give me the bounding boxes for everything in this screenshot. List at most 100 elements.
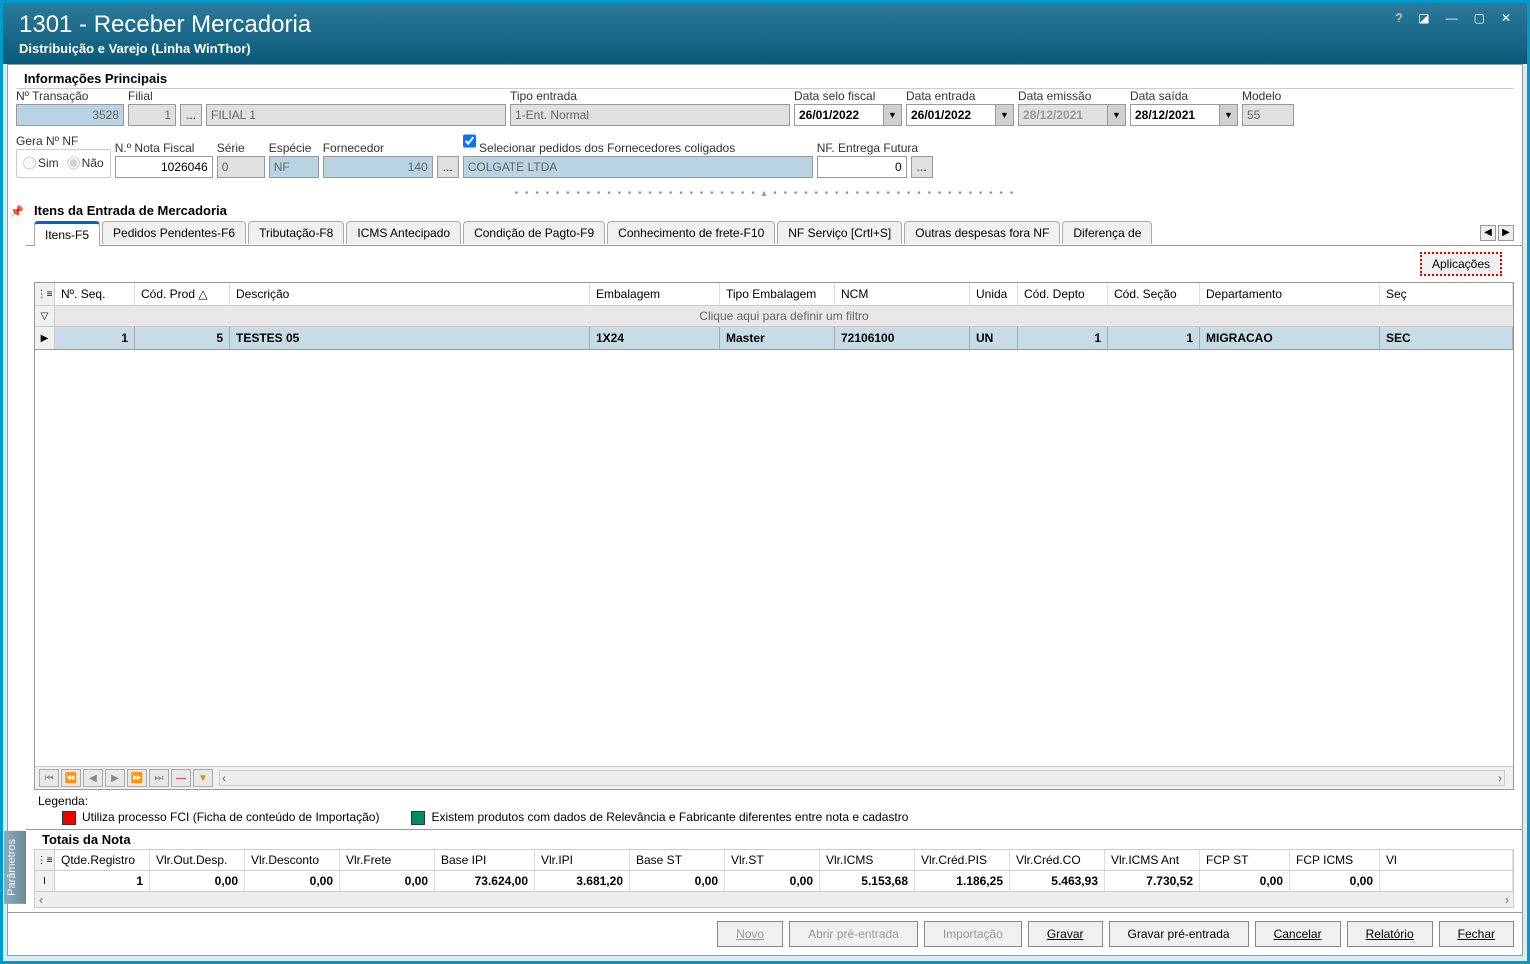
label-data-selo: Data selo fiscal: [794, 89, 902, 103]
totais-row-edit-icon: I: [35, 871, 55, 891]
label-modelo: Modelo: [1242, 89, 1294, 103]
collapse-handle[interactable]: • • • • • • • • • • • • • • • • • • • • …: [8, 186, 1522, 201]
select-tipo-entrada[interactable]: [510, 104, 790, 126]
col-ncm[interactable]: NCM: [835, 283, 970, 305]
label-especie: Espécie: [269, 141, 319, 155]
input-especie: [269, 156, 319, 178]
label-data-entrada: Data entrada: [906, 89, 1014, 103]
radio-sim[interactable]: Sim: [23, 152, 59, 174]
tab-scroll-right-icon[interactable]: ▶: [1498, 225, 1514, 241]
tab-tributacao[interactable]: Tributação-F8: [248, 221, 344, 244]
input-fornecedor-nome: [463, 156, 813, 178]
label-n-transacao: Nº Transação: [16, 89, 124, 103]
relatorio-button[interactable]: Relatório: [1347, 921, 1433, 947]
nav-prev-icon[interactable]: ◀: [83, 769, 103, 787]
nav-last-icon[interactable]: ⏭: [149, 769, 169, 787]
input-data-emissao: [1018, 104, 1108, 126]
input-n-transacao: [16, 104, 124, 126]
date-dropdown-icon[interactable]: ▼: [1220, 104, 1238, 126]
tab-outras-despesas[interactable]: Outras despesas fora NF: [904, 221, 1060, 244]
horizontal-scrollbar[interactable]: ‹›: [219, 770, 1505, 786]
abrir-pre-entrada-button: Abrir pré-entrada: [789, 921, 918, 947]
tab-itens[interactable]: Itens-F5: [34, 221, 100, 246]
legend-relevancia: Existem produtos com dados de Relevância…: [411, 810, 908, 825]
input-data-selo[interactable]: [794, 104, 884, 126]
totais-scrollbar[interactable]: ‹›: [34, 892, 1514, 908]
itens-header: Itens da Entrada de Mercadoria: [26, 201, 1522, 220]
nav-delete-icon[interactable]: —: [171, 769, 191, 787]
row-indicator-icon: ▶: [35, 327, 55, 349]
itens-grid: ⋮≡ Nº. Seq. Cód. Prod △ Descrição Embala…: [34, 282, 1514, 790]
lookup-fornecedor-button[interactable]: ...: [437, 156, 459, 178]
input-filial-nome: [206, 104, 506, 126]
legenda-title: Legenda:: [38, 794, 1510, 808]
totais-header: Totais da Nota: [34, 830, 1514, 849]
input-serie: [217, 156, 265, 178]
label-nota-fiscal: N.º Nota Fiscal: [115, 141, 213, 155]
input-modelo: [1242, 104, 1294, 126]
col-seq[interactable]: Nº. Seq.: [55, 283, 135, 305]
col-secao[interactable]: Seç: [1380, 283, 1513, 305]
input-fornecedor-cod: [323, 156, 433, 178]
totais-column-chooser-icon[interactable]: ⋮≡: [35, 850, 55, 870]
col-cod-prod[interactable]: Cód. Prod △: [135, 283, 230, 305]
close-icon[interactable]: ✕: [1501, 11, 1511, 25]
gravar-pre-entrada-button[interactable]: Gravar pré-entrada: [1109, 921, 1249, 947]
input-nf-entrega[interactable]: [817, 156, 907, 178]
nav-next-icon[interactable]: ▶: [105, 769, 125, 787]
fechar-button[interactable]: Fechar: [1439, 921, 1514, 947]
help-icon[interactable]: ?: [1396, 11, 1403, 25]
nav-prev-page-icon[interactable]: ⏪: [61, 769, 81, 787]
pin-icon[interactable]: 📌: [8, 201, 26, 912]
tab-nf-servico[interactable]: NF Serviço [Crtl+S]: [777, 221, 902, 244]
col-tipo-embalagem[interactable]: Tipo Embalagem: [720, 283, 835, 305]
label-data-saida: Data saída: [1130, 89, 1238, 103]
tab-conhecimento-frete[interactable]: Conhecimento de frete-F10: [607, 221, 775, 244]
col-cod-depto[interactable]: Cód. Depto: [1018, 283, 1108, 305]
col-cod-secao[interactable]: Cód. Seção: [1108, 283, 1200, 305]
label-tipo-entrada: Tipo entrada: [510, 89, 790, 103]
label-filial: Filial: [128, 89, 176, 103]
column-chooser-icon[interactable]: ⋮≡: [35, 283, 55, 305]
window-subtitle: Distribuição e Varejo (Linha WinThor): [19, 41, 311, 56]
label-serie: Série: [217, 141, 265, 155]
col-embalagem[interactable]: Embalagem: [590, 283, 720, 305]
nav-first-icon[interactable]: ⏮: [39, 769, 59, 787]
lookup-nf-entrega-button[interactable]: ...: [911, 156, 933, 178]
checkbox-selecionar-pedidos-label[interactable]: Selecionar pedidos dos Fornecedores coli…: [463, 130, 813, 155]
cancelar-button[interactable]: Cancelar: [1255, 921, 1341, 947]
maximize-icon[interactable]: ▢: [1474, 11, 1485, 25]
radio-nao[interactable]: Não: [67, 152, 104, 174]
aplicacoes-button[interactable]: Aplicações: [1420, 252, 1502, 276]
tab-icms-antecipado[interactable]: ICMS Antecipado: [346, 221, 461, 244]
input-filial-cod: [128, 104, 176, 126]
tab-scroll-left-icon[interactable]: ◀: [1480, 225, 1496, 241]
parametros-sidebar[interactable]: Parâmetros: [4, 831, 26, 904]
table-row[interactable]: ▶ 1 5 TESTES 05 1X24 Master 72106100 UN …: [35, 327, 1513, 350]
nav-filter-icon[interactable]: ▼: [193, 769, 213, 787]
date-dropdown-icon[interactable]: ▼: [1108, 104, 1126, 126]
titlebar: 1301 - Receber Mercadoria Distribuição e…: [3, 3, 1527, 64]
input-data-entrada[interactable]: [906, 104, 996, 126]
nav-next-page-icon[interactable]: ⏩: [127, 769, 147, 787]
checkbox-selecionar-pedidos[interactable]: [463, 130, 476, 152]
col-unidade[interactable]: Unida: [970, 283, 1018, 305]
input-data-saida[interactable]: [1130, 104, 1220, 126]
date-dropdown-icon[interactable]: ▼: [996, 104, 1014, 126]
date-dropdown-icon[interactable]: ▼: [884, 104, 902, 126]
edit-icon[interactable]: ◪: [1418, 11, 1429, 25]
col-descricao[interactable]: Descrição: [230, 283, 590, 305]
col-departamento[interactable]: Departamento: [1200, 283, 1380, 305]
label-gera-nf: Gera Nº NF: [16, 134, 111, 148]
tab-pedidos-pendentes[interactable]: Pedidos Pendentes-F6: [102, 221, 246, 244]
gravar-button[interactable]: Gravar: [1028, 921, 1103, 947]
tab-diferenca[interactable]: Diferença de: [1062, 221, 1152, 244]
lookup-filial-button[interactable]: ...: [180, 104, 202, 126]
tab-condicao-pagto[interactable]: Condição de Pagto-F9: [463, 221, 605, 244]
filter-hint[interactable]: Clique aqui para definir um filtro: [55, 306, 1513, 326]
window-title: 1301 - Receber Mercadoria: [19, 11, 311, 39]
info-principais-header: Informações Principais: [16, 69, 1514, 89]
input-nota-fiscal[interactable]: [115, 156, 213, 178]
filter-icon[interactable]: ▽: [35, 306, 55, 326]
minimize-icon[interactable]: —: [1446, 11, 1458, 25]
